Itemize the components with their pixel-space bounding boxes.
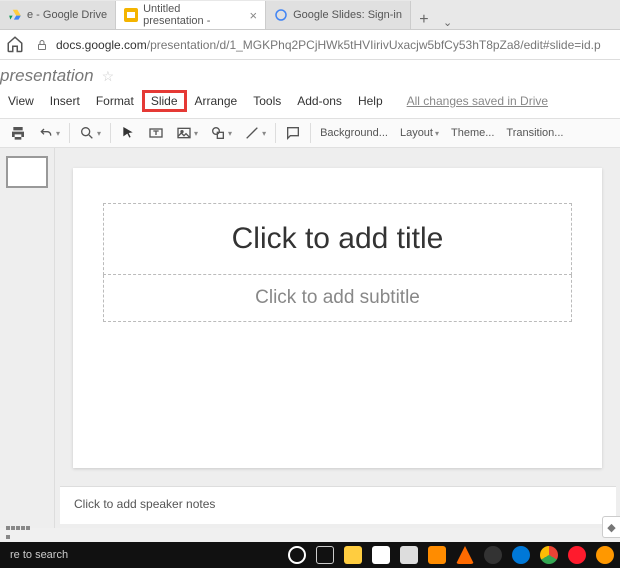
undo-button[interactable]	[32, 121, 66, 145]
cortana-icon[interactable]	[288, 546, 306, 564]
zoom-button[interactable]	[73, 121, 107, 145]
slide-panel	[0, 148, 55, 528]
shape-tool[interactable]	[204, 121, 238, 145]
star-icon[interactable]: ☆	[102, 68, 115, 85]
textbox-tool[interactable]	[142, 121, 170, 145]
line-tool[interactable]	[238, 121, 272, 145]
browser-tab[interactable]: Google Slides: Sign-in	[266, 1, 411, 29]
explorer-icon[interactable]	[344, 546, 362, 564]
comment-button[interactable]	[279, 121, 307, 145]
edge-icon[interactable]	[512, 546, 530, 564]
theme-button[interactable]: Theme...	[445, 121, 500, 145]
menu-slide[interactable]: Slide	[142, 90, 187, 112]
google-icon	[274, 8, 288, 22]
doc-header: presentation ☆ View Insert Format Slide …	[0, 60, 620, 118]
tab-overflow-icon[interactable]: ⌄	[443, 16, 452, 29]
slides-icon	[124, 8, 138, 22]
close-icon[interactable]: ×	[250, 8, 258, 23]
menu-tools[interactable]: Tools	[245, 91, 289, 111]
obs-icon[interactable]	[484, 546, 502, 564]
lock-icon	[36, 38, 50, 52]
taskbar-search[interactable]: re to search	[0, 549, 78, 561]
drive-icon	[8, 8, 22, 22]
home-icon[interactable]	[6, 35, 26, 55]
image-tool[interactable]	[170, 121, 204, 145]
windows-taskbar: re to search	[0, 542, 620, 568]
speaker-notes[interactable]: Click to add speaker notes	[60, 486, 616, 524]
toolbar: Background... Layout Theme... Transition…	[0, 118, 620, 148]
browser-tab[interactable]: e - Google Drive	[0, 1, 116, 29]
print-button[interactable]	[4, 121, 32, 145]
vlc-icon[interactable]	[456, 546, 474, 564]
menu-view[interactable]: View	[0, 91, 42, 111]
tab-label: Google Slides: Sign-in	[293, 9, 402, 21]
menu-format[interactable]: Format	[88, 91, 142, 111]
apps-grid-icon[interactable]	[6, 526, 30, 542]
canvas-area: Click to add title Click to add subtitle	[55, 148, 620, 528]
layout-button[interactable]: Layout	[394, 121, 445, 145]
url-text[interactable]: docs.google.com/presentation/d/1_MGKPhq2…	[56, 38, 601, 52]
doc-title[interactable]: presentation	[0, 66, 94, 86]
menu-addons[interactable]: Add-ons	[289, 91, 350, 111]
slide-thumbnail[interactable]	[6, 156, 48, 188]
address-bar: docs.google.com/presentation/d/1_MGKPhq2…	[0, 30, 620, 60]
explore-button[interactable]: ◆	[602, 516, 620, 538]
transition-button[interactable]: Transition...	[500, 121, 569, 145]
subtitle-placeholder[interactable]: Click to add subtitle	[103, 275, 572, 322]
new-tab-button[interactable]: +	[411, 11, 437, 29]
select-tool[interactable]	[114, 121, 142, 145]
workspace: Click to add title Click to add subtitle	[0, 148, 620, 528]
chrome-icon[interactable]	[540, 546, 558, 564]
taskbar-icons	[288, 546, 620, 564]
menu-insert[interactable]: Insert	[42, 91, 88, 111]
slide-canvas[interactable]: Click to add title Click to add subtitle	[73, 168, 602, 468]
media-icon[interactable]	[428, 546, 446, 564]
menu-bar: View Insert Format Slide Arrange Tools A…	[0, 86, 620, 118]
tab-label: e - Google Drive	[27, 9, 107, 21]
browser-tab-strip: e - Google Drive Untitled presentation -…	[0, 0, 620, 30]
mail-icon[interactable]	[400, 546, 418, 564]
save-status[interactable]: All changes saved in Drive	[399, 91, 556, 111]
title-placeholder[interactable]: Click to add title	[103, 203, 572, 275]
browser-tab[interactable]: Untitled presentation - ×	[116, 1, 266, 29]
opera-icon[interactable]	[568, 546, 586, 564]
menu-help[interactable]: Help	[350, 91, 391, 111]
app-icon[interactable]	[596, 546, 614, 564]
tab-label: Untitled presentation -	[143, 3, 243, 27]
store-icon[interactable]	[372, 546, 390, 564]
background-button[interactable]: Background...	[314, 121, 394, 145]
taskview-icon[interactable]	[316, 546, 334, 564]
menu-arrange[interactable]: Arrange	[187, 91, 246, 111]
